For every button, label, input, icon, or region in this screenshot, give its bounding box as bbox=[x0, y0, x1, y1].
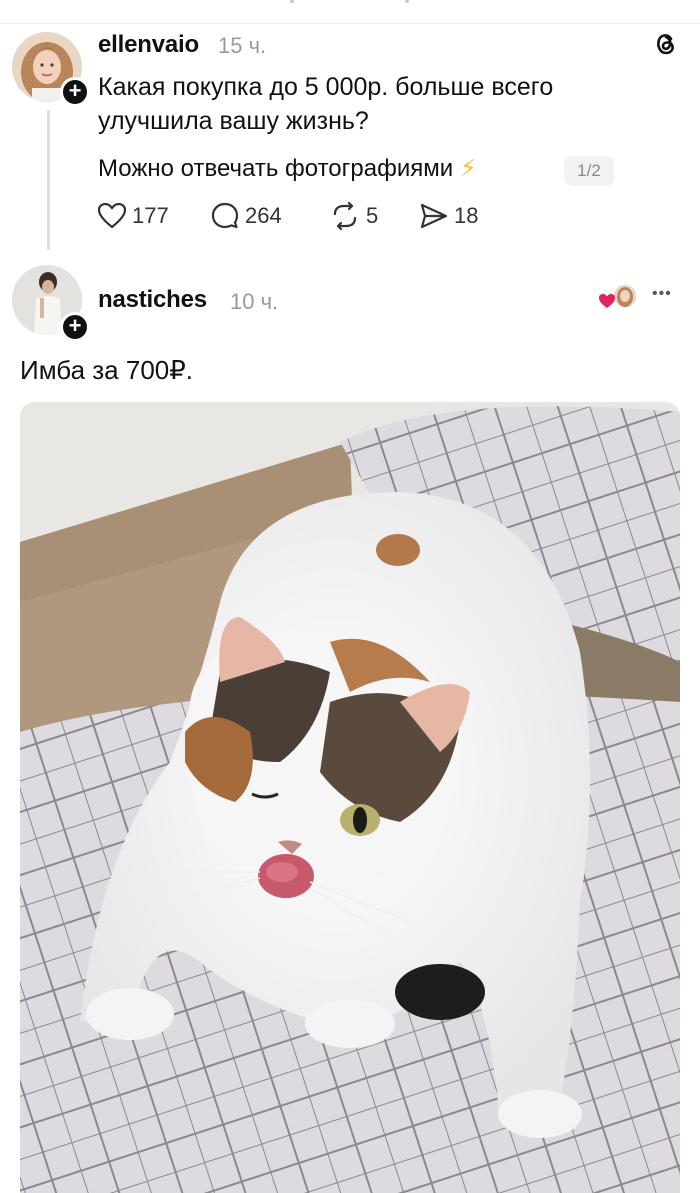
send-icon bbox=[420, 203, 448, 229]
like-button[interactable]: 177 bbox=[98, 198, 169, 234]
repost-count: 5 bbox=[366, 203, 379, 228]
reply-time: 10 ч. bbox=[230, 289, 279, 314]
page-indicator: 1/2 bbox=[564, 156, 614, 186]
username-nastiches[interactable]: nastiches bbox=[98, 286, 207, 314]
repost-button[interactable]: 5 bbox=[330, 198, 378, 234]
divider-dot bbox=[405, 0, 409, 3]
post-text-line3: Можно отвечать фотографиями ⚡ bbox=[98, 154, 477, 183]
threads-logo-icon[interactable] bbox=[650, 28, 680, 58]
lightning-icon: ⚡ bbox=[459, 155, 477, 182]
post-time: 15 ч. bbox=[218, 33, 267, 58]
repost-icon bbox=[333, 202, 357, 230]
liked-by-author-icon bbox=[598, 283, 640, 313]
post-text-line1: Какая покупка до 5 000р. больше всего bbox=[98, 73, 554, 101]
divider-dot bbox=[290, 0, 294, 3]
comment-count: 264 bbox=[245, 203, 282, 228]
share-count: 18 bbox=[454, 203, 479, 228]
comment-button[interactable]: 264 bbox=[211, 198, 282, 234]
reply-text: Имба за 700₽. bbox=[20, 355, 193, 385]
follow-plus-icon[interactable]: + bbox=[60, 312, 90, 342]
thread-line bbox=[47, 110, 50, 250]
share-button[interactable]: 18 bbox=[420, 198, 478, 234]
heart-icon bbox=[98, 203, 126, 229]
follow-plus-icon[interactable]: + bbox=[60, 77, 90, 107]
post-text-line2: улучшила вашу жизнь? bbox=[98, 107, 369, 135]
more-options-icon[interactable]: ••• bbox=[652, 285, 672, 303]
username-ellenvaio[interactable]: ellenvaio bbox=[98, 31, 199, 59]
like-count: 177 bbox=[132, 203, 169, 228]
cat-photo[interactable] bbox=[20, 402, 680, 1193]
comment-icon bbox=[211, 202, 239, 229]
top-strip bbox=[0, 0, 700, 24]
post-text-line3-text: Можно отвечать фотографиями bbox=[98, 155, 454, 182]
